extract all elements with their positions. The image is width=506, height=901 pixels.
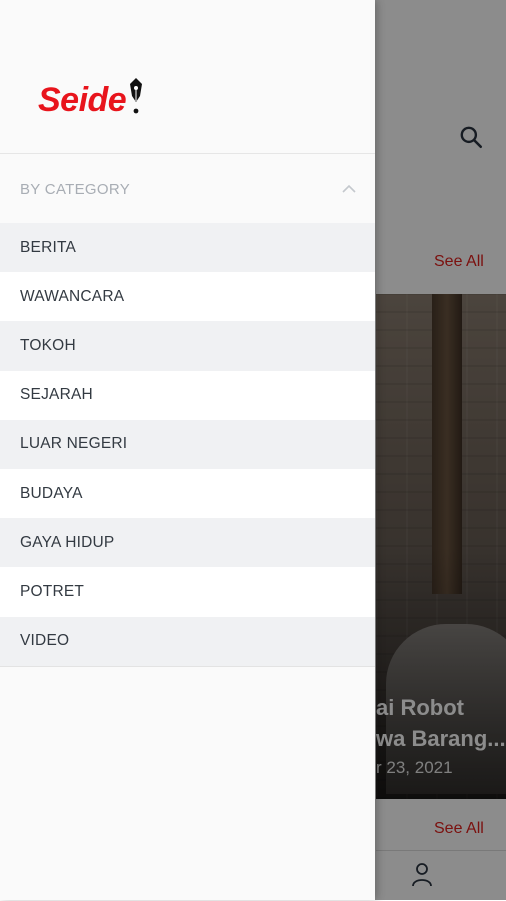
category-section-title: BY CATEGORY [20,180,130,198]
brand-logo[interactable]: Seide [38,76,145,120]
category-section-header[interactable]: BY CATEGORY [0,160,375,218]
category-item-wawancara[interactable]: WAWANCARA [0,272,375,322]
category-list-divider [0,666,375,667]
chevron-up-icon[interactable] [341,184,357,194]
brand-logo-text: Seide [38,81,127,119]
drawer-header: Seide [0,0,375,154]
category-item-budaya[interactable]: BUDAYA [0,468,375,519]
category-item-video[interactable]: VIDEO [0,616,375,666]
navigation-drawer: Seide BY CATEGORY BERITA WAWANCARA TOKOH… [0,0,375,900]
fountain-pen-icon [130,78,143,114]
category-item-berita[interactable]: BERITA [0,223,375,273]
category-item-sejarah[interactable]: SEJARAH [0,370,375,420]
category-item-gaya-hidup[interactable]: GAYA HIDUP [0,518,375,568]
category-item-potret[interactable]: POTRET [0,567,375,617]
category-item-tokoh[interactable]: TOKOH [0,321,375,371]
category-item-luar-negeri[interactable]: LUAR NEGERI [0,419,375,469]
category-list: BERITA WAWANCARA TOKOH SEJARAH LUAR NEGE… [0,223,375,666]
